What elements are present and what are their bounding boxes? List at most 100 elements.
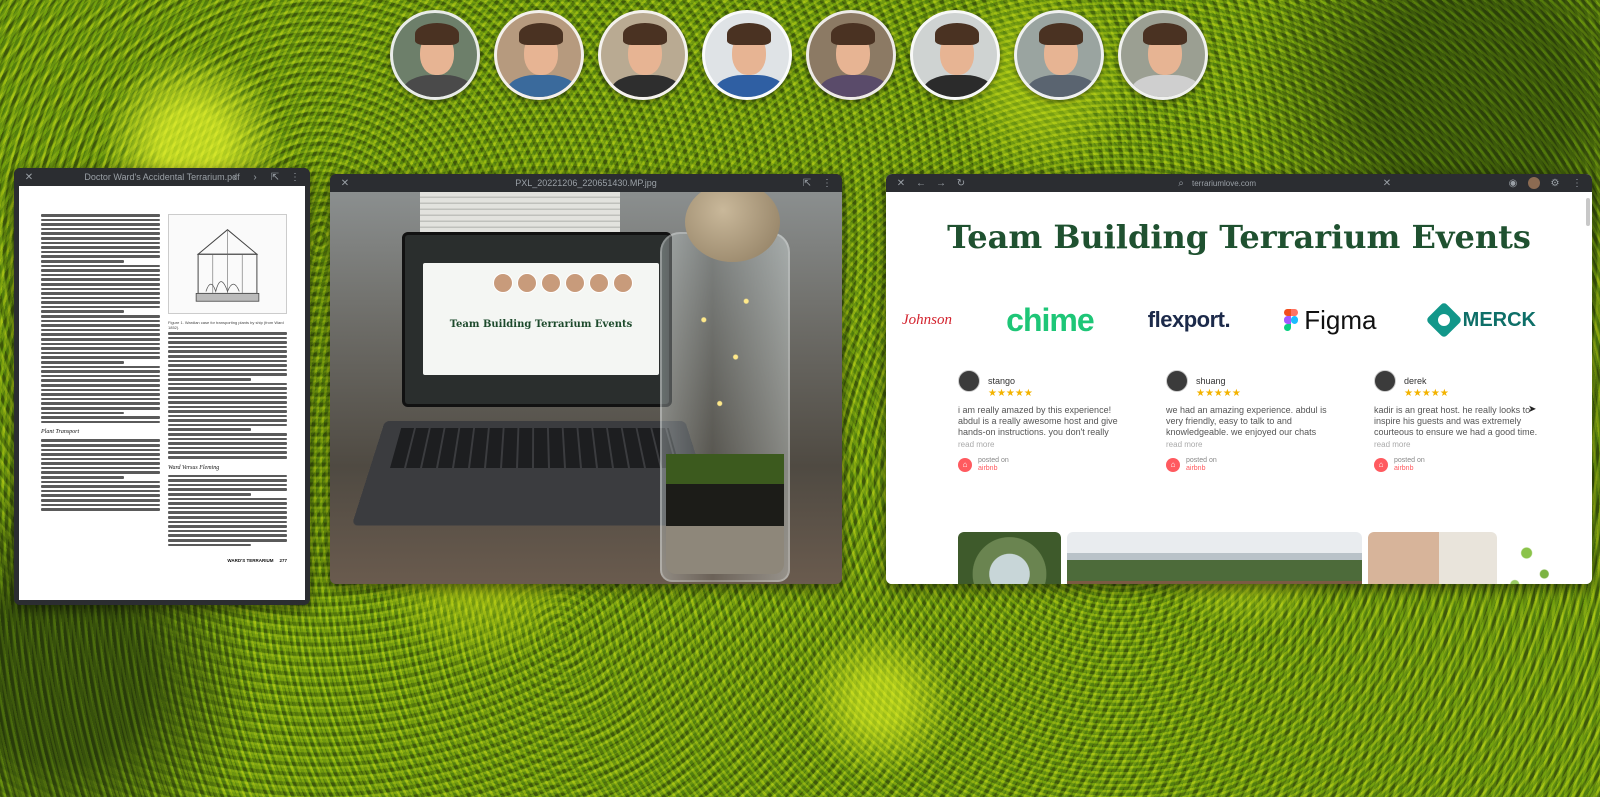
eye-icon[interactable]: ◉ <box>1506 178 1520 189</box>
posted-on-label: posted on <box>1394 457 1425 464</box>
pdf-section-heading: Ward Versus Fleming <box>168 464 220 471</box>
page-title: Team Building Terrarium Events <box>947 218 1531 256</box>
review-text: i am really amazed by this experience! a… <box>958 405 1118 437</box>
back-icon[interactable]: ← <box>914 178 928 189</box>
participant-avatar[interactable] <box>390 10 480 100</box>
pdf-text-line <box>168 446 287 450</box>
logo-figma: Figma <box>1284 305 1377 336</box>
participant-avatar[interactable] <box>598 10 688 100</box>
read-more-link[interactable]: read more <box>1374 440 1538 449</box>
address-bar[interactable]: ⌕ terrariumlove.com <box>1174 178 1374 189</box>
pdf-section-heading: Plant Transport <box>41 429 80 436</box>
search-icon: ⌕ <box>1178 177 1184 189</box>
read-more-link[interactable]: read more <box>958 440 1122 449</box>
participant-avatar[interactable] <box>1014 10 1104 100</box>
more-icon[interactable]: ⋮ <box>820 178 834 189</box>
pdf-text-line <box>168 515 287 519</box>
pdf-text-line <box>168 373 287 376</box>
gallery-image[interactable] <box>1367 532 1497 584</box>
pdf-text-line <box>168 493 252 496</box>
clear-url-icon[interactable]: ✕ <box>1380 178 1394 189</box>
participant-avatar[interactable] <box>806 10 896 100</box>
forward-icon[interactable]: → <box>934 178 948 189</box>
pdf-text-line <box>41 379 160 382</box>
pdf-text-line <box>41 416 160 419</box>
review-text: we had an amazing experience. abdul is v… <box>1166 405 1327 437</box>
close-icon[interactable]: ✕ <box>22 172 36 183</box>
review-card: derek ★★★★★ kadir is an great host. he rea… <box>1374 370 1538 473</box>
pdf-text-line <box>168 456 287 459</box>
pdf-text-line <box>168 525 287 528</box>
pdf-text-line <box>168 511 287 514</box>
pdf-text-line <box>168 345 287 349</box>
pdf-text-line <box>168 497 287 501</box>
browser-window: ✕ ← → ↻ ⌕ terrariumlove.com ✕ ◉ ⚙ ⋮ Team… <box>886 174 1592 584</box>
participant-avatar[interactable] <box>1118 10 1208 100</box>
pdf-left-column: Plant Transport <box>41 214 160 554</box>
participant-avatar[interactable] <box>910 10 1000 100</box>
open-external-icon[interactable]: ⇱ <box>268 172 282 183</box>
chevron-right-icon[interactable]: › <box>248 172 262 183</box>
laptop-participant-heads <box>493 273 633 293</box>
pdf-text-line <box>168 428 252 432</box>
pdf-text-line <box>168 451 287 455</box>
pdf-page-number: 277 <box>279 558 287 563</box>
pdf-text-line <box>168 387 287 390</box>
platform-link[interactable]: airbnb <box>978 465 997 472</box>
pdf-text-line <box>168 437 287 441</box>
photo-titlebar: ✕ PXL_20221206_220651430.MP.jpg ⇱ ⋮ <box>330 174 842 192</box>
gallery-image[interactable] <box>1066 532 1362 584</box>
pdf-text-line <box>168 410 287 413</box>
terrarium-photo[interactable]: Team Building Terrarium Events <box>330 192 842 584</box>
posted-text: posted on airbnb <box>1394 457 1425 473</box>
reviewer-avatar <box>1166 370 1188 392</box>
vines-decoration <box>1502 532 1563 584</box>
pdf-text-line <box>168 423 287 427</box>
platform-link[interactable]: airbnb <box>1186 465 1205 472</box>
platform-link[interactable]: airbnb <box>1394 465 1413 472</box>
pdf-text-line <box>41 214 160 217</box>
chevron-left-icon[interactable]: ‹ <box>228 172 242 183</box>
read-more-link[interactable]: read more <box>1166 440 1330 449</box>
pdf-footer-label: WARD'S TERRARIUM <box>227 558 274 563</box>
pdf-text-line <box>168 483 287 487</box>
pdf-text-line <box>41 319 160 323</box>
posted-text: posted on airbnb <box>1186 457 1217 473</box>
pdf-text-line <box>41 273 160 277</box>
more-icon[interactable]: ⋮ <box>288 172 302 183</box>
pdf-text-line <box>41 420 160 424</box>
posted-on-label: posted on <box>978 457 1009 464</box>
pdf-text-line <box>41 328 160 332</box>
profile-avatar[interactable] <box>1528 177 1540 189</box>
wardian-case-illustration <box>195 229 260 302</box>
pdf-text-line <box>41 453 160 456</box>
open-external-icon[interactable]: ⇱ <box>800 178 814 189</box>
close-icon[interactable]: ✕ <box>894 178 908 189</box>
close-icon[interactable]: ✕ <box>338 178 352 189</box>
reviewer-avatar <box>1374 370 1396 392</box>
logo-chime: chime <box>1006 302 1094 339</box>
pdf-text-line <box>41 264 160 268</box>
pdf-text-line <box>41 383 160 387</box>
pdf-text-line <box>168 368 287 372</box>
gallery-image[interactable] <box>958 532 1061 584</box>
pdf-text-line <box>41 342 160 346</box>
merck-icon <box>1425 301 1463 339</box>
review-card: shuang ★★★★★ we had an amazing experience.… <box>1166 370 1330 473</box>
airbnb-icon: ⌂ <box>1166 458 1180 472</box>
web-page: Team Building Terrarium Events Johnson c… <box>886 192 1592 584</box>
posted-on: ⌂ posted on airbnb <box>1166 457 1330 473</box>
participant-avatar[interactable] <box>494 10 584 100</box>
rating-stars: ★★★★★ <box>988 388 1033 399</box>
pdf-text-line <box>41 333 160 337</box>
photo-title: PXL_20221206_220651430.MP.jpg <box>515 178 657 188</box>
logo-merck-text: MERCK <box>1462 308 1536 331</box>
review-card: stango ★★★★★ i am really amazed by this ex… <box>958 370 1122 473</box>
participant-avatar[interactable] <box>702 10 792 100</box>
reload-icon[interactable]: ↻ <box>954 178 968 189</box>
settings-icon[interactable]: ⚙ <box>1548 178 1562 189</box>
pdf-viewer-window: ✕ Doctor Ward's Accidental Terrarium.pdf… <box>14 168 310 605</box>
pdf-page[interactable]: Plant Transport Figure 1. Wardian case f… <box>19 186 305 600</box>
more-icon[interactable]: ⋮ <box>1570 178 1584 189</box>
pdf-text-line <box>41 223 160 226</box>
